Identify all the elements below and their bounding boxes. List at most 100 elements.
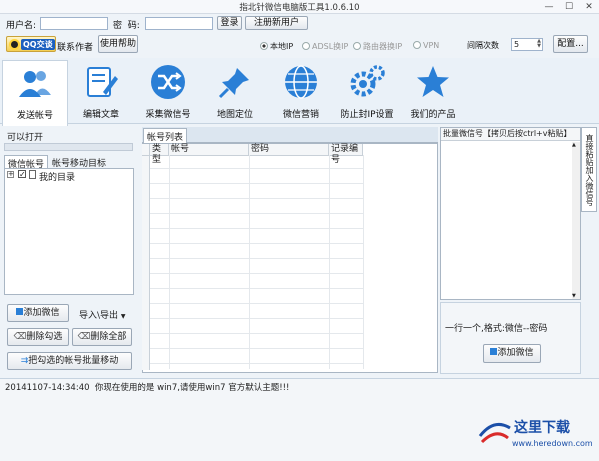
add-wechat-button[interactable]: 添加微信 bbox=[7, 304, 69, 322]
maximize-button[interactable]: ☐ bbox=[562, 1, 576, 13]
grid-divider bbox=[329, 155, 330, 369]
grid-row-line bbox=[150, 333, 363, 334]
scroll-down-icon[interactable]: ▼ bbox=[572, 293, 576, 299]
contact-author-link[interactable]: 联系作者 bbox=[57, 40, 93, 53]
username-input[interactable] bbox=[40, 17, 108, 30]
username-label: 用户名: bbox=[6, 21, 37, 31]
import-export-menu[interactable]: 导入\导出 ▼ bbox=[79, 308, 126, 321]
radio-dot-icon bbox=[413, 41, 421, 49]
radio-router-ip[interactable]: 路由器换IP bbox=[353, 41, 402, 52]
col-header-record-id[interactable]: 记录编号 bbox=[329, 144, 363, 165]
add-wechat-batch-button[interactable]: 添加微信 bbox=[483, 344, 541, 363]
scroll-up-icon[interactable]: ▲ bbox=[572, 142, 576, 148]
nav-map-location[interactable]: 地图定位 bbox=[202, 60, 268, 124]
radio-dot-icon bbox=[302, 42, 310, 50]
grid-row-line bbox=[150, 228, 363, 229]
row-header-column bbox=[142, 156, 150, 370]
nav-label: 发送帐号 bbox=[16, 111, 53, 121]
batch-input-header: 批量微信号【拷贝后按ctrl+v粘贴】 bbox=[441, 128, 580, 141]
checkbox-checked-icon[interactable]: ✓ bbox=[18, 170, 26, 179]
nav-send-accounts[interactable]: 发送帐号 bbox=[2, 60, 68, 126]
eraser-icon: ⌫ bbox=[13, 332, 27, 342]
grid-row-line bbox=[150, 243, 363, 244]
radio-vpn[interactable]: VPN bbox=[413, 41, 439, 50]
delete-all-button[interactable]: ⌫删除全部 bbox=[72, 328, 132, 346]
nav-label: 编辑文章 bbox=[82, 110, 119, 120]
nav-label: 防止封IP设置 bbox=[340, 110, 394, 120]
delete-checked-button[interactable]: ⌫删除勾选 bbox=[7, 328, 69, 346]
qq-penguin-icon bbox=[9, 39, 20, 50]
radio-adsl-ip[interactable]: ADSL换IP bbox=[302, 41, 348, 52]
grid-divider bbox=[249, 155, 250, 369]
interval-value: 5 bbox=[514, 40, 520, 49]
expand-icon[interactable]: + bbox=[7, 171, 14, 178]
nav-edit-article[interactable]: 编辑文章 bbox=[68, 60, 134, 124]
grid-row-line bbox=[150, 303, 363, 304]
watermark-site: www.heredown.com bbox=[512, 439, 593, 448]
register-button[interactable]: 注册新用户 bbox=[245, 16, 308, 30]
side-tab-paste[interactable]: 直接粘贴加入微信号 bbox=[581, 127, 597, 212]
close-button[interactable]: ✕ bbox=[582, 1, 596, 13]
globe-icon bbox=[285, 65, 317, 99]
interval-label: 间隔次数 bbox=[467, 41, 499, 50]
nav-label: 我们的产品 bbox=[410, 110, 456, 120]
tree-root-label[interactable]: 我的目录 bbox=[39, 170, 75, 183]
qq-chat-label: QQ交谈 bbox=[21, 39, 55, 50]
grid-divider bbox=[363, 155, 364, 369]
qq-chat-button[interactable]: QQ交谈 bbox=[6, 36, 56, 52]
tab-account-list[interactable]: 帐号列表 bbox=[143, 128, 188, 144]
format-hint: 一行一个,格式:微信--密码 bbox=[445, 324, 548, 334]
nav-collect-wechat[interactable]: 采集微信号 bbox=[135, 60, 201, 124]
grid-row-line bbox=[150, 258, 363, 259]
grid-corner bbox=[142, 144, 150, 156]
spin-arrows-icon[interactable]: ▲ ▼ bbox=[537, 39, 541, 49]
nav-label: 地图定位 bbox=[216, 110, 253, 120]
grid-divider bbox=[169, 155, 170, 369]
col-header-type[interactable]: 类型 bbox=[150, 144, 169, 165]
grid-row-line bbox=[150, 213, 363, 214]
star-icon bbox=[417, 66, 449, 97]
watermark-name: 这里下载 bbox=[514, 420, 570, 436]
gears-icon bbox=[350, 65, 385, 97]
grid-row-line bbox=[150, 363, 363, 364]
grid-row-line bbox=[150, 288, 363, 289]
open-label: 可以打开 bbox=[7, 133, 44, 143]
nav-label: 采集微信号 bbox=[145, 110, 191, 120]
radio-local-ip[interactable]: 本地IP bbox=[260, 41, 293, 52]
password-input[interactable] bbox=[145, 17, 213, 30]
window-title: 指北针微信电脑版工具1.0.6.10 bbox=[239, 3, 360, 13]
col-header-password[interactable]: 密码 bbox=[249, 144, 329, 156]
grid-row-line bbox=[150, 198, 363, 199]
watermark-logo-icon bbox=[478, 422, 511, 444]
interval-spinner[interactable]: 5 ▲ ▼ bbox=[511, 38, 543, 51]
batch-move-button[interactable]: ⇉把勾选的帐号批量移动 bbox=[7, 352, 132, 370]
dropdown-arrow-icon: ▼ bbox=[120, 313, 126, 320]
nav-label: 微信营销 bbox=[282, 110, 319, 120]
grid-row-line bbox=[150, 168, 363, 169]
batch-wechat-textarea[interactable] bbox=[441, 142, 572, 299]
account-tree: + ✓ 我的目录 bbox=[4, 168, 134, 295]
radio-dot-icon bbox=[260, 42, 268, 50]
grid-row-line bbox=[150, 273, 363, 274]
grid-row-line bbox=[150, 183, 363, 184]
pushpin-icon bbox=[218, 68, 249, 99]
eraser-icon: ⌫ bbox=[77, 332, 91, 342]
col-header-account[interactable]: 帐号 bbox=[169, 144, 249, 156]
radio-dot-icon bbox=[353, 42, 361, 50]
help-button[interactable]: 使用帮助 bbox=[98, 35, 138, 53]
login-button[interactable]: 登录 bbox=[217, 16, 242, 30]
file-icon bbox=[29, 170, 36, 179]
nav-wechat-marketing[interactable]: 微信营销 bbox=[268, 60, 334, 124]
grid-row-line bbox=[150, 318, 363, 319]
grid-row-line bbox=[150, 348, 363, 349]
users-icon bbox=[19, 71, 51, 97]
status-message: 20141107-14:34:40 你现在使用的是 win7,请使用win7 官… bbox=[5, 383, 290, 393]
batch-action-panel bbox=[440, 302, 581, 374]
nav-our-products[interactable]: 我们的产品 bbox=[400, 60, 466, 124]
nav-anti-ban-settings[interactable]: 防止封IP设置 bbox=[334, 60, 400, 124]
progress-bar bbox=[4, 143, 133, 151]
edit-doc-icon bbox=[87, 67, 118, 97]
vertical-scrollbar[interactable]: ▲ ▼ bbox=[572, 142, 580, 299]
config-button[interactable]: 配置... bbox=[553, 35, 588, 53]
minimize-button[interactable]: — bbox=[542, 1, 556, 13]
